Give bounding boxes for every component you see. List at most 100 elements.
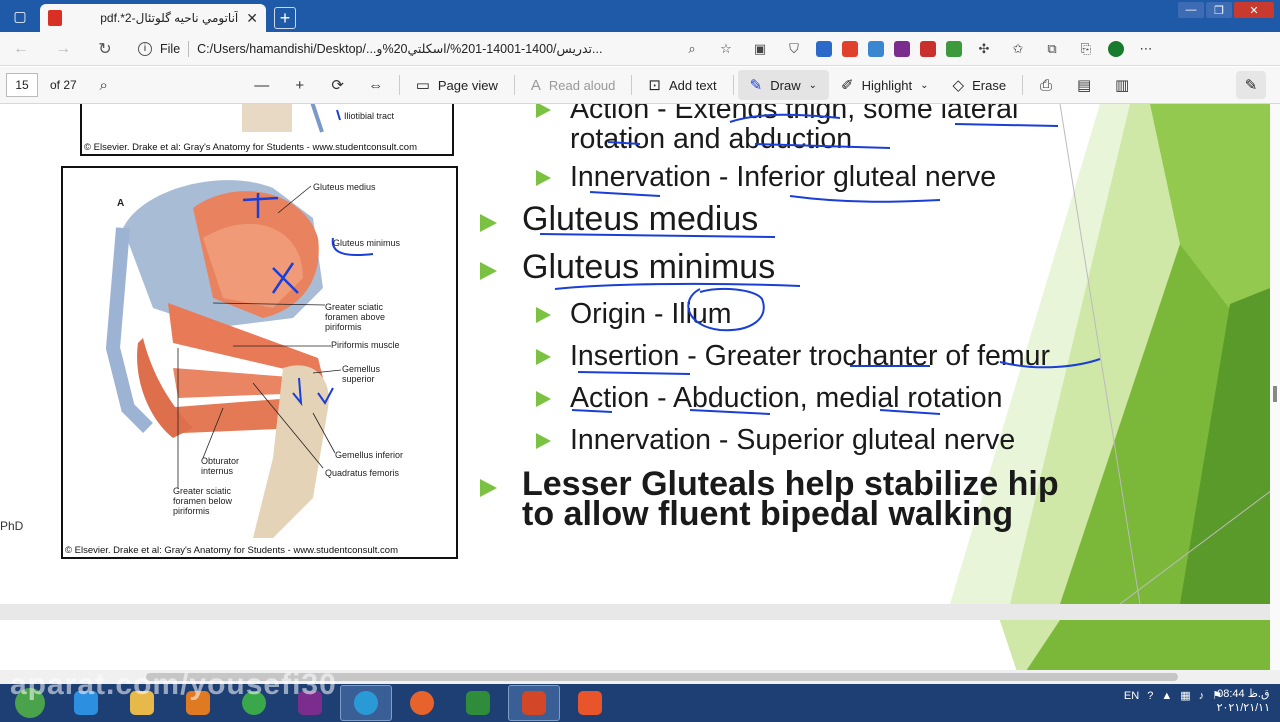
- bullet-triangle-icon: [480, 262, 497, 280]
- figure-credit: © Elsevier. Drake et al: Gray's Anatomy …: [65, 545, 399, 556]
- slide-page: Iliotibial tract © Elsevier. Drake et al…: [0, 104, 1280, 604]
- info-icon[interactable]: i: [138, 41, 152, 56]
- zoom-in-icon[interactable]: +: [281, 77, 319, 94]
- restore-button[interactable]: ❐: [1206, 2, 1232, 18]
- page-number-input[interactable]: 15: [6, 73, 38, 97]
- figure-top-art: [242, 104, 341, 133]
- vertical-scrollbar[interactable]: [1270, 104, 1280, 670]
- figure-letter: A: [117, 198, 125, 209]
- acrobat-extension-icon[interactable]: [920, 40, 936, 57]
- toolbar-divider: [631, 75, 633, 95]
- highlight-label: Highlight: [861, 77, 913, 93]
- workspaces-icon[interactable]: ▢: [0, 0, 40, 32]
- page-view-icon: ▭: [415, 77, 430, 94]
- firefox-icon: [410, 691, 434, 715]
- taskbar-edge[interactable]: [340, 685, 392, 721]
- close-window-button[interactable]: ✕: [1234, 2, 1274, 18]
- save-icon[interactable]: ▤: [1065, 76, 1103, 94]
- toolbar-divider: [513, 75, 515, 95]
- camtasia-icon: [466, 691, 490, 715]
- next-slide-background-art: [1000, 620, 1280, 670]
- taskbar-camtasia[interactable]: [452, 685, 504, 721]
- figure-top: Iliotibial tract © Elsevier. Drake et al…: [80, 104, 454, 156]
- globe-extension-icon[interactable]: [946, 40, 962, 57]
- bullet-prev-action-line2: rotation and abduction: [570, 123, 853, 155]
- toolbar-divider: [732, 75, 734, 95]
- label-piriformis: Piriformis muscle: [331, 340, 400, 350]
- page-view-button[interactable]: ▭ Page view: [404, 70, 510, 100]
- sync-extension-icon[interactable]: [868, 40, 884, 57]
- taskbar-powerpoint[interactable]: [508, 685, 560, 721]
- figure-gluteal-anatomy: A Gluteus medius Gluteus minimus Greater…: [61, 166, 458, 559]
- draw-pen-icon: ✎: [749, 77, 763, 94]
- more-menu-icon[interactable]: ⋯: [1134, 39, 1158, 59]
- collections-icon[interactable]: ⧉: [1040, 39, 1064, 59]
- bullet-lesser-line2: to allow fluent bipedal walking: [522, 495, 1014, 533]
- profile-avatar-icon[interactable]: [1108, 40, 1124, 57]
- volume-icon[interactable]: ♪: [1199, 690, 1205, 702]
- speaker-extension-icon[interactable]: [842, 40, 858, 57]
- minimize-button[interactable]: —: [1178, 2, 1204, 18]
- read-aloud-label: Read aloud: [548, 77, 616, 93]
- screenshot-icon[interactable]: ⎘: [1074, 39, 1098, 59]
- read-aloud-button[interactable]: A Read aloud: [519, 70, 628, 100]
- bullet-triangle-icon: [536, 170, 551, 186]
- read-mode-icon[interactable]: ▣: [748, 39, 772, 59]
- add-text-button[interactable]: ⊡ Add text: [636, 70, 728, 100]
- url-field[interactable]: i File C:/Users/hamandishi/Desktop/...تد…: [130, 36, 670, 62]
- pdf-file-icon: [48, 10, 62, 26]
- draw-button[interactable]: ✎ Draw ⌄: [737, 70, 829, 100]
- bullet-triangle-icon: [536, 391, 551, 407]
- save-as-icon[interactable]: ▥: [1103, 76, 1141, 94]
- bullet-triangle-icon: [480, 214, 497, 232]
- tab-pdf[interactable]: pdf.*2-آناتومي ناحيه گلوتئال ✕: [40, 4, 266, 32]
- zoom-out-icon[interactable]: —: [243, 77, 281, 94]
- next-slide-page: [0, 620, 1280, 670]
- highlighter-icon: ✐: [840, 77, 854, 94]
- onenote-extension-icon[interactable]: [894, 40, 910, 57]
- search-icon[interactable]: ⌕: [85, 77, 123, 94]
- bullet-triangle-icon: [536, 349, 551, 365]
- rotate-icon[interactable]: ⟳: [319, 76, 357, 94]
- url-text[interactable]: C:/Users/hamandishi/Desktop/...تدريس/140…: [197, 41, 662, 56]
- toolbar-icons: ⌕ ☆ ▣ ⛉ ✣ ✩ ⧉ ⎘ ⋯: [680, 39, 1158, 59]
- new-tab-button[interactable]: +: [274, 7, 296, 29]
- label-greater-sciatic-above: Greater sciatic foramen above piriformis: [325, 302, 386, 332]
- fit-page-icon[interactable]: ⇔: [357, 77, 395, 94]
- pin-toolbar-icon[interactable]: ✎: [1236, 71, 1266, 99]
- tab-close-icon[interactable]: ✕: [246, 10, 258, 27]
- bullet-prev-action: Action - Extends thigh, some lateral rot…: [536, 104, 1018, 154]
- favorites-icon[interactable]: ✩: [1006, 39, 1030, 59]
- url-divider: [188, 40, 190, 57]
- taskbar-firefox[interactable]: [396, 685, 448, 721]
- erase-button[interactable]: ◇ Erase: [941, 70, 1019, 100]
- vertical-scroll-thumb[interactable]: [1273, 386, 1277, 402]
- tray-expand-icon[interactable]: ▲: [1161, 690, 1172, 702]
- bullet-origin: Origin - Ilium: [536, 299, 732, 329]
- draw-label: Draw: [770, 77, 801, 93]
- forward-icon[interactable]: →: [42, 40, 84, 58]
- favorite-star-icon[interactable]: ☆: [714, 39, 738, 59]
- help-icon[interactable]: ?: [1147, 690, 1153, 702]
- shield-icon[interactable]: ⛉: [782, 39, 806, 59]
- chevron-down-icon[interactable]: ⌄: [809, 80, 817, 91]
- taskbar-app[interactable]: [564, 685, 616, 721]
- highlight-button[interactable]: ✐ Highlight ⌄: [829, 70, 941, 100]
- bullet-gluteus-medius: Gluteus medius: [480, 202, 758, 236]
- back-icon[interactable]: ←: [0, 40, 42, 58]
- bullet-triangle-icon: [536, 433, 551, 449]
- print-icon[interactable]: ⎙: [1027, 77, 1065, 94]
- network-icon[interactable]: ▦: [1180, 689, 1190, 702]
- label-gemellus-inferior: Gemellus inferior: [335, 450, 404, 460]
- clock[interactable]: 08:44 ق.ظ ۲۰۲۱/۲۱/۱۱: [1217, 687, 1270, 715]
- language-indicator[interactable]: EN: [1124, 690, 1139, 702]
- chevron-down-icon[interactable]: ⌄: [920, 80, 928, 91]
- refresh-icon[interactable]: ↻: [84, 39, 126, 59]
- translate-extension-icon[interactable]: [816, 40, 832, 57]
- zoom-icon[interactable]: ⌕: [680, 39, 704, 59]
- figure-top-label: Iliotibial tract: [344, 111, 395, 121]
- page-total: of 27: [50, 78, 77, 92]
- bullet-prev-innervation: Innervation - Inferior gluteal nerve: [536, 162, 996, 192]
- browser-tab-strip: ▢ pdf.*2-آناتومي ناحيه گلوتئال ✕ + — ❐ ✕: [0, 0, 1280, 32]
- extensions-puzzle-icon[interactable]: ✣: [972, 39, 996, 59]
